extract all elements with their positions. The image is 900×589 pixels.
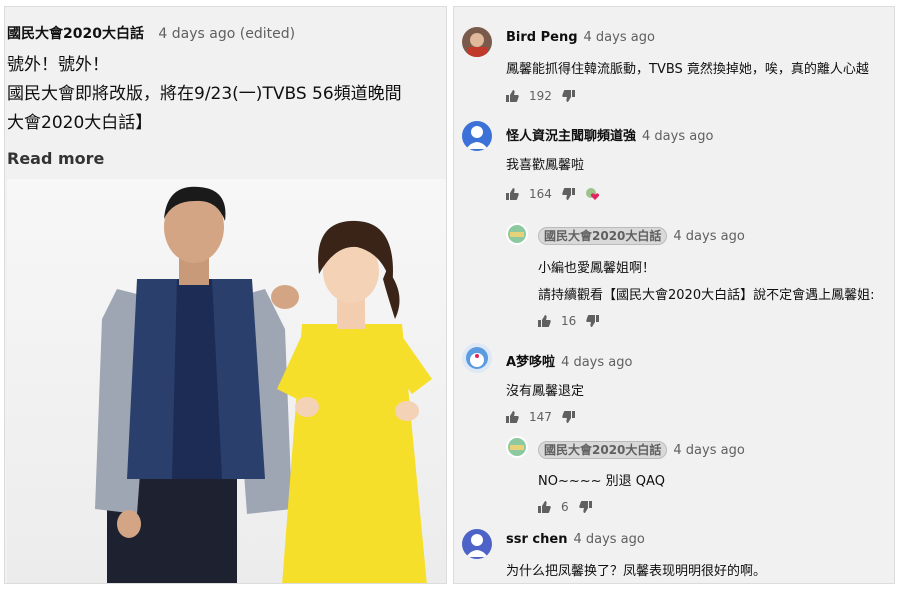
creator-heart-icon (585, 187, 601, 201)
avatar[interactable] (462, 343, 492, 373)
comment-actions: 6 (538, 500, 592, 514)
like-count: 147 (529, 410, 552, 424)
post-body: 號外！號外！ 國民大會即將改版，將在9/23(一)TVBS 56頻道晚間 大會2… (7, 51, 446, 138)
avatar[interactable] (462, 27, 492, 57)
avatar[interactable] (462, 121, 492, 151)
comment-text: 为什么把凤馨换了？凤馨表现明明很好的啊。 (506, 564, 767, 579)
post-photo[interactable] (7, 179, 446, 583)
default-user-icon (462, 529, 492, 559)
thumbs-up-icon[interactable] (506, 188, 519, 200)
comment-actions: 147 (506, 410, 575, 424)
channel-logo-icon (506, 436, 528, 458)
thumbs-down-icon[interactable] (586, 315, 600, 327)
post-line: 國民大會即將改版，將在9/23(一)TVBS 56頻道晚間 (7, 84, 402, 104)
thumbs-up-icon[interactable] (506, 411, 519, 423)
cartoon-avatar-icon (462, 343, 492, 373)
post-meta: 4 days ago (edited) (158, 26, 296, 42)
comment-time[interactable]: 4 days ago (642, 129, 713, 144)
comment-actions: 192 (506, 89, 575, 103)
post-line: 號外！號外！ (7, 55, 109, 75)
comment-author[interactable]: 怪人資況主聞聊頻道強 (506, 129, 636, 144)
thumbs-down-icon[interactable] (562, 188, 575, 200)
man-figure (95, 186, 299, 583)
comment-text: 我喜歡鳳馨啦 (506, 158, 585, 173)
thumbs-up-icon[interactable] (538, 501, 551, 513)
comment-text: 小編也愛鳳馨姐啊！ (538, 261, 656, 276)
comment-text: NO~~~~ 別退 QAQ (538, 474, 665, 489)
thumbs-up-icon[interactable] (538, 315, 551, 327)
thumbs-down-icon[interactable] (562, 411, 575, 423)
post-author[interactable]: 國民大會2020大白話 (7, 26, 144, 42)
channel-logo-icon (506, 223, 528, 245)
like-count: 164 (529, 187, 552, 201)
read-more-link[interactable]: Read more (7, 149, 104, 168)
comment-text: 鳳馨能抓得住韓流脈動，TVBS 竟然換掉她，唉，真的離人心越 (506, 62, 869, 77)
comment-actions: 164 (506, 187, 601, 201)
comment-time[interactable]: 4 days ago (584, 30, 655, 45)
thumbs-down-icon[interactable] (578, 501, 592, 513)
creator-chip[interactable]: 國民大會2020大白話 (538, 227, 668, 245)
comment-time[interactable]: 4 days ago (673, 229, 744, 244)
comment-time[interactable]: 4 days ago (573, 532, 644, 547)
comment-author-line: 國民大會2020大白話 4 days ago (538, 227, 745, 245)
comment-text: 沒有鳳馨退定 (506, 384, 585, 399)
avatar[interactable] (506, 436, 528, 458)
photo-illustration (95, 186, 432, 583)
thumbs-down-icon[interactable] (562, 90, 575, 102)
like-count: 16 (561, 314, 577, 328)
post-header: 國民大會2020大白話 4 days ago (edited) (7, 23, 295, 43)
avatar[interactable] (506, 223, 528, 245)
like-count: 192 (529, 89, 552, 103)
comment-author[interactable]: ssr chen (506, 532, 567, 547)
comment-text: 請持續觀看【國民大會2020大白話】說不定會遇上鳳馨姐: (538, 288, 875, 303)
comment-author-line: Bird Peng 4 days ago (506, 30, 655, 45)
avatar[interactable] (462, 529, 492, 559)
comment-author-line: 怪人資況主聞聊頻道強 4 days ago (506, 125, 713, 144)
comment-author[interactable]: A梦哆啦 (506, 355, 555, 370)
avatar-photo-icon (462, 27, 492, 57)
thumbs-up-icon[interactable] (506, 90, 519, 102)
default-user-icon (462, 121, 492, 151)
comment-actions: 16 (538, 314, 600, 328)
comment-author-line: 國民大會2020大白話 4 days ago (538, 441, 745, 459)
creator-chip[interactable]: 國民大會2020大白話 (538, 441, 668, 459)
comment-time[interactable]: 4 days ago (673, 443, 744, 458)
comment-author-line: A梦哆啦 4 days ago (506, 351, 632, 370)
post-line: 大會2020大白話】 (7, 113, 153, 133)
woman-figure (277, 220, 432, 583)
comment-author[interactable]: Bird Peng (506, 30, 578, 45)
post-panel: 國民大會2020大白話 4 days ago (edited) 號外！號外！ 國… (4, 6, 447, 584)
comment-author-line: ssr chen 4 days ago (506, 532, 645, 547)
comments-panel: Bird Peng 4 days ago 鳳馨能抓得住韓流脈動，TVBS 竟然換掉… (453, 6, 895, 584)
like-count: 6 (561, 500, 569, 514)
comment-time[interactable]: 4 days ago (561, 355, 632, 370)
